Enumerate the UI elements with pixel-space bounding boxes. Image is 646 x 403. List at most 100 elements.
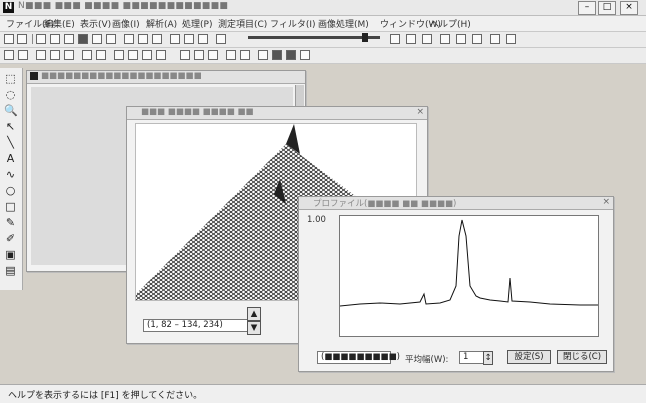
window-title: ■■■■■■■■■■■■■■■■■■■■: [41, 71, 202, 81]
window-title: ■■■ ■■■■ ■■■■ ■■: [141, 107, 254, 117]
color-icon[interactable]: [156, 50, 166, 60]
new-icon[interactable]: [36, 34, 46, 44]
window-title: プロファイル(■■■■ ■■ ■■■■): [313, 199, 457, 209]
close-icon[interactable]: ×: [602, 197, 610, 207]
menu-process[interactable]: 処理(P): [182, 17, 212, 30]
paste-icon[interactable]: [64, 34, 74, 44]
menu-image[interactable]: 画像(I): [112, 17, 140, 30]
zoom-out-icon[interactable]: [406, 34, 416, 44]
menu-imgproc[interactable]: 画像処理(M): [318, 17, 369, 30]
duplicate-icon[interactable]: [18, 50, 28, 60]
hsv-icon[interactable]: [194, 50, 204, 60]
close-icon[interactable]: ×: [416, 107, 424, 117]
spin-up-button[interactable]: ▲: [247, 307, 261, 321]
save-icon[interactable]: [17, 34, 27, 44]
layout-icon[interactable]: [440, 34, 450, 44]
fit-icon[interactable]: [422, 34, 432, 44]
menu-help[interactable]: ヘルプ(H): [430, 17, 471, 30]
app-title: N■■■ ■■■ ■■■■ ■■■■■■■■■■■■: [18, 1, 229, 11]
flip-icon[interactable]: [82, 50, 92, 60]
rotate-icon[interactable]: [64, 50, 74, 60]
scale-icon[interactable]: [114, 50, 124, 60]
histogram-icon[interactable]: [124, 34, 134, 44]
ellipse-tool-icon[interactable]: ○: [4, 184, 17, 197]
undo-icon[interactable]: [92, 34, 102, 44]
average-width-label: 平均幅(W):: [405, 355, 449, 365]
overlay-icon[interactable]: [300, 50, 310, 60]
profile-icon[interactable]: [226, 50, 236, 60]
line-tool-icon[interactable]: ╲: [4, 136, 17, 149]
crop-icon[interactable]: [50, 50, 60, 60]
measure-icon[interactable]: [198, 34, 208, 44]
status-text: ヘルプを表示するには [F1] を押してください。: [8, 391, 203, 401]
table-icon[interactable]: [506, 34, 516, 44]
fill-tool-icon[interactable]: ▣: [4, 248, 17, 261]
close-window-button[interactable]: 閉じる(C): [557, 350, 607, 364]
cascade-icon[interactable]: [472, 34, 482, 44]
menu-edit[interactable]: 編集(E): [44, 17, 75, 30]
open-icon[interactable]: [4, 34, 14, 44]
zoom-in-icon[interactable]: [390, 34, 400, 44]
threshold-icon[interactable]: [142, 50, 152, 60]
profile-line: [339, 219, 598, 307]
tile-icon[interactable]: [456, 34, 466, 44]
window-title-bar: プロファイル(■■■■ ■■ ■■■■) ×: [299, 197, 613, 210]
zoom-tool-icon[interactable]: 🔍: [4, 104, 18, 117]
info-icon[interactable]: [216, 34, 226, 44]
palette-tool-icon[interactable]: ▤: [4, 264, 17, 277]
menu-measure[interactable]: 測定項目(C): [218, 17, 267, 30]
toolbar-secondary: [0, 48, 646, 64]
profile-range-field[interactable]: (■■■■■■■■■): [317, 351, 400, 364]
width-spin-button[interactable]: ↕: [483, 351, 493, 365]
copy-icon[interactable]: [50, 34, 60, 44]
average-width-input[interactable]: 1: [459, 351, 485, 364]
menu-analyze[interactable]: 解析(A): [146, 17, 177, 30]
y-axis-max-label: 1.00: [307, 215, 326, 225]
select-tool-icon[interactable]: ⬚: [4, 72, 17, 85]
print-icon[interactable]: [78, 34, 88, 44]
lasso-tool-icon[interactable]: ◌: [4, 88, 17, 101]
profile-plot-window[interactable]: プロファイル(■■■■ ■■ ■■■■) × 1.00 (■■■■■■■■■) …: [298, 196, 614, 372]
title-bar: N N■■■ ■■■ ■■■■ ■■■■■■■■■■■■ – □ ×: [0, 0, 646, 16]
toolbar-separator: [32, 34, 33, 44]
menu-filter[interactable]: フィルタ(I): [270, 17, 316, 30]
curve-tool-icon[interactable]: ∿: [4, 168, 17, 181]
spin-down-button[interactable]: ▼: [247, 321, 261, 335]
contrast-slider-thumb[interactable]: [362, 33, 368, 42]
stack-icon[interactable]: [258, 50, 268, 60]
app-icon: N: [3, 2, 14, 13]
layer-icon[interactable]: [4, 50, 14, 60]
chart-icon[interactable]: [138, 34, 148, 44]
lab-icon[interactable]: [208, 50, 218, 60]
pointer-tool-icon[interactable]: ↖: [4, 120, 17, 133]
plot3d-icon[interactable]: [240, 50, 250, 60]
contrast-slider-track[interactable]: [248, 36, 380, 39]
rect-tool-icon[interactable]: □: [4, 200, 17, 213]
settings-button[interactable]: 設定(S): [507, 350, 551, 364]
frame-icon[interactable]: [36, 50, 46, 60]
maximize-button[interactable]: □: [598, 1, 616, 15]
text-tool-icon[interactable]: A: [4, 152, 17, 165]
redo-icon[interactable]: [106, 34, 116, 44]
filter-icon[interactable]: [128, 50, 138, 60]
pencil-tool-icon[interactable]: ✎: [4, 216, 17, 229]
menu-bar: ファイル(F) 編集(E) 表示(V) 画像(I) 解析(A) 処理(P) 測定…: [0, 16, 646, 32]
brush-tool-icon[interactable]: ✐: [4, 232, 17, 245]
coordinate-field[interactable]: (1, 82 – 134, 234): [143, 319, 251, 332]
invert-icon[interactable]: [272, 50, 282, 60]
window-title-bar: ■■■■■■■■■■■■■■■■■■■■: [27, 71, 305, 84]
grid-icon[interactable]: [152, 34, 162, 44]
props-icon[interactable]: [490, 34, 500, 44]
close-button[interactable]: ×: [620, 1, 638, 15]
minimize-button[interactable]: –: [578, 1, 596, 15]
toolbar-main: [0, 32, 646, 48]
profile-plot-svg: [339, 219, 598, 307]
mask-icon[interactable]: [286, 50, 296, 60]
profile-plot-area: [339, 215, 599, 337]
window-title-bar: ■■■ ■■■■ ■■■■ ■■ ×: [127, 107, 427, 120]
bars-icon[interactable]: [184, 34, 194, 44]
menu-view[interactable]: 表示(V): [80, 17, 111, 30]
mirror-icon[interactable]: [96, 50, 106, 60]
align-icon[interactable]: [170, 34, 180, 44]
rgb-icon[interactable]: [180, 50, 190, 60]
